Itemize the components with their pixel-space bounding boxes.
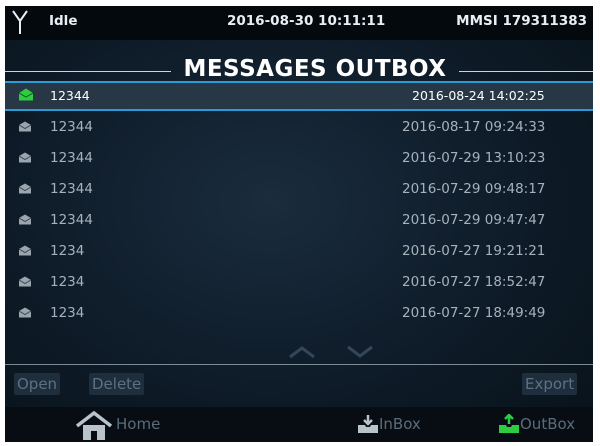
message-date: 2016-07-29 13:10:23: [402, 150, 546, 166]
message-date: 2016-08-24 14:02:25: [412, 88, 545, 103]
message-date: 2016-07-29 09:47:47: [402, 212, 546, 228]
title-rule-left: [5, 71, 171, 72]
envelope-icon: [18, 244, 32, 260]
message-row[interactable]: 12344 2016-07-29 09:47:47: [5, 205, 593, 235]
antenna-icon: [11, 9, 29, 39]
message-row[interactable]: 12344 2016-08-24 14:02:25: [5, 81, 593, 111]
home-icon: [74, 410, 114, 442]
message-row[interactable]: 1234 2016-07-27 18:49:49: [5, 298, 593, 328]
nav-inbox[interactable]: InBox: [379, 415, 421, 433]
message-date: 2016-07-27 18:52:47: [402, 274, 546, 290]
message-recipient: 12344: [50, 88, 90, 103]
open-button[interactable]: Open: [14, 373, 61, 395]
title-rule-right: [459, 71, 593, 72]
outbox-icon: [498, 413, 520, 438]
message-date: 2016-07-27 18:49:49: [402, 305, 546, 321]
message-recipient: 1234: [50, 305, 85, 321]
inbox-icon: [357, 414, 379, 438]
export-button[interactable]: Export: [522, 373, 578, 395]
message-recipient: 12344: [50, 150, 93, 166]
message-recipient: 12344: [50, 181, 93, 197]
message-recipient: 1234: [50, 243, 85, 259]
scroll-up-icon[interactable]: [288, 345, 316, 359]
nav-home[interactable]: Home: [116, 415, 160, 433]
message-recipient: 12344: [50, 119, 93, 135]
envelope-icon: [18, 120, 32, 136]
envelope-icon: [18, 306, 32, 322]
message-recipient: 1234: [50, 274, 85, 290]
message-row[interactable]: 12344 2016-07-29 13:10:23: [5, 143, 593, 173]
scroll-controls: [5, 343, 593, 363]
scroll-down-icon[interactable]: [346, 345, 374, 359]
bottom-nav: Home InBox OutBox: [5, 407, 593, 442]
status-mmsi: MMSI 179311383: [456, 13, 587, 29]
message-date: 2016-07-27 19:21:21: [402, 243, 546, 259]
message-row[interactable]: 12344 2016-08-17 09:24:33: [5, 112, 593, 142]
message-row[interactable]: 12344 2016-07-29 09:48:17: [5, 174, 593, 204]
message-recipient: 12344: [50, 212, 93, 228]
status-state: Idle: [49, 13, 78, 29]
message-row[interactable]: 1234 2016-07-27 18:52:47: [5, 267, 593, 297]
envelope-icon: [18, 213, 32, 229]
status-bar: Idle 2016-08-30 10:11:11 MMSI 179311383: [5, 6, 593, 40]
message-row[interactable]: 1234 2016-07-27 19:21:21: [5, 236, 593, 266]
envelope-open-icon: [18, 88, 34, 104]
envelope-icon: [18, 182, 32, 198]
divider: [5, 364, 593, 365]
envelope-icon: [18, 275, 32, 291]
delete-button[interactable]: Delete: [89, 373, 145, 395]
page-title: MESSAGES OUTBOX: [183, 56, 447, 82]
device-screen: Idle 2016-08-30 10:11:11 MMSI 179311383 …: [5, 6, 593, 442]
message-date: 2016-08-17 09:24:33: [402, 119, 546, 135]
status-datetime: 2016-08-30 10:11:11: [227, 13, 386, 29]
envelope-icon: [18, 151, 32, 167]
nav-outbox[interactable]: OutBox: [520, 415, 575, 433]
message-date: 2016-07-29 09:48:17: [402, 181, 546, 197]
